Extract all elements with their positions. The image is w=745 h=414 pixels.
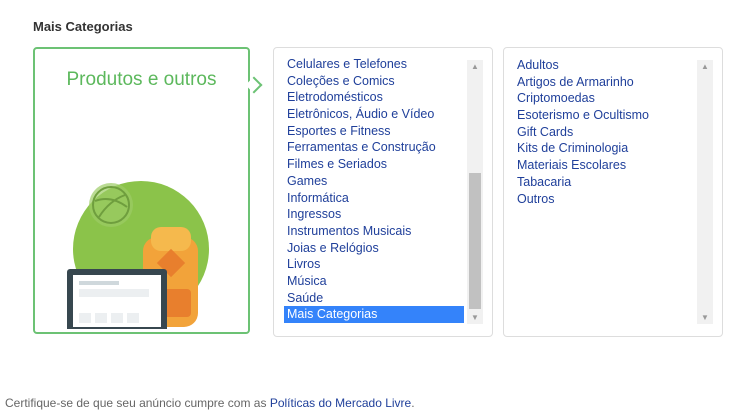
products-illustration xyxy=(67,181,209,329)
list-item[interactable]: Filmes e Seriados xyxy=(284,156,464,173)
list-item[interactable]: Gift Cards xyxy=(514,124,694,141)
list-item[interactable]: Criptomoedas xyxy=(514,90,694,107)
list-item[interactable]: Materiais Escolares xyxy=(514,157,694,174)
policy-link[interactable]: Políticas do Mercado Livre xyxy=(270,396,411,410)
scroll-up-icon[interactable]: ▲ xyxy=(467,60,483,73)
list-item[interactable]: Joias e Relógios xyxy=(284,240,464,257)
list-item[interactable]: Livros xyxy=(284,256,464,273)
section-title: Mais Categorias xyxy=(33,19,133,34)
list-item[interactable]: Esportes e Fitness xyxy=(284,123,464,140)
list-item[interactable]: Adultos xyxy=(514,57,694,74)
list-item[interactable]: Música xyxy=(284,273,464,290)
card-title: Produtos e outros xyxy=(66,69,217,90)
list-item[interactable]: Artigos de Armarinho xyxy=(514,74,694,91)
list-item[interactable]: Games xyxy=(284,173,464,190)
list-item[interactable]: Celulares e Telefones xyxy=(284,56,464,73)
categories-scrollbar[interactable]: ▲ ▼ xyxy=(467,60,483,324)
policy-notice-end: . xyxy=(411,396,415,410)
scroll-down-icon[interactable]: ▼ xyxy=(467,311,483,324)
scroll-up-icon[interactable]: ▲ xyxy=(697,60,713,73)
categories-scroll-thumb[interactable] xyxy=(469,173,481,309)
policy-notice: Certifique-se de que seu anúncio cumpre … xyxy=(5,396,415,410)
list-item[interactable]: Informática xyxy=(284,190,464,207)
list-item[interactable]: Ingressos xyxy=(284,206,464,223)
list-item[interactable]: Eletrodomésticos xyxy=(284,89,464,106)
list-item[interactable]: Kits de Criminologia xyxy=(514,140,694,157)
list-item[interactable]: Instrumentos Musicais xyxy=(284,223,464,240)
subcategories-list[interactable]: Adultos Artigos de Armarinho Criptomoedas E… xyxy=(514,57,694,207)
list-item[interactable]: Mais Categorias xyxy=(284,306,464,323)
category-card-produtos[interactable]: Produtos e outros xyxy=(33,47,250,334)
subcategories-scrollbar[interactable]: ▲ ▼ xyxy=(697,60,713,324)
list-item[interactable]: Saúde xyxy=(284,290,464,307)
scroll-down-icon[interactable]: ▼ xyxy=(697,311,713,324)
list-item[interactable]: Esoterismo e Ocultismo xyxy=(514,107,694,124)
list-item[interactable]: Tabacaria xyxy=(514,174,694,191)
categories-listbox[interactable]: Celulares e Telefones Coleções e Comics El… xyxy=(273,47,493,337)
categories-list[interactable]: Celulares e Telefones Coleções e Comics El… xyxy=(284,56,464,323)
list-item[interactable]: Eletrônicos, Áudio e Vídeo xyxy=(284,106,464,123)
subcategories-listbox[interactable]: Adultos Artigos de Armarinho Criptomoedas E… xyxy=(503,47,723,337)
list-item[interactable]: Coleções e Comics xyxy=(284,73,464,90)
policy-notice-text: Certifique-se de que seu anúncio cumpre … xyxy=(5,396,270,410)
list-item[interactable]: Outros xyxy=(514,191,694,208)
list-item[interactable]: Ferramentas e Construção xyxy=(284,139,464,156)
